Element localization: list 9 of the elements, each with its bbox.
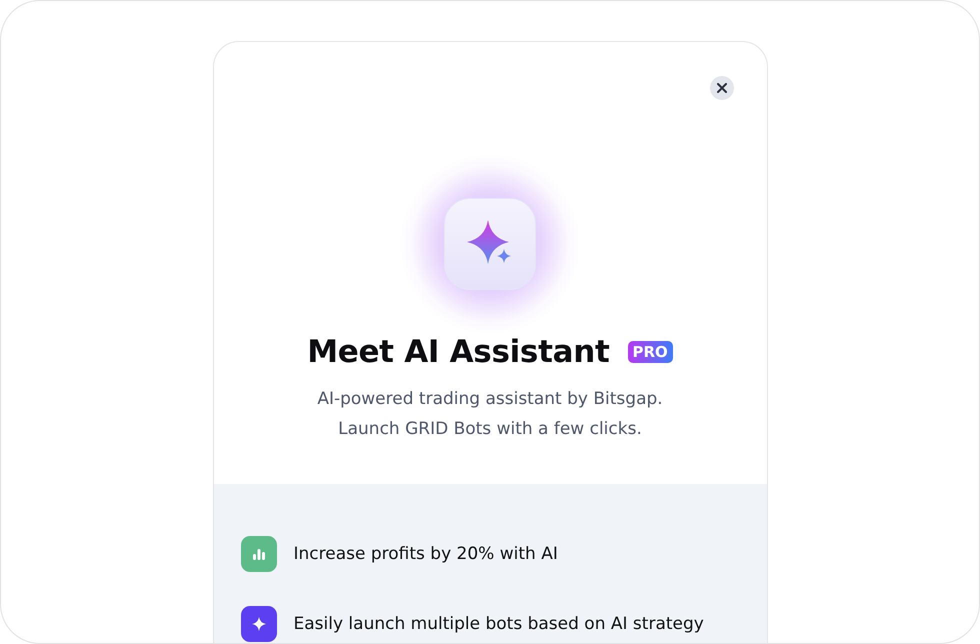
close-button[interactable] <box>710 76 734 100</box>
dialog-subtitle: AI-powered trading assistant by Bitsgap. Launch GRID Bots with a few clicks. <box>317 388 663 441</box>
close-icon <box>716 83 726 93</box>
bar-chart-icon <box>252 547 266 561</box>
pro-badge: PRO <box>628 341 673 363</box>
feature-text: Increase profits by 20% with AI <box>294 544 558 564</box>
sparkle-icon <box>250 616 266 632</box>
dialog-title: Meet AI Assistant <box>307 334 610 370</box>
feature-text: Easily launch multiple bots based on AI strategy <box>294 614 704 634</box>
